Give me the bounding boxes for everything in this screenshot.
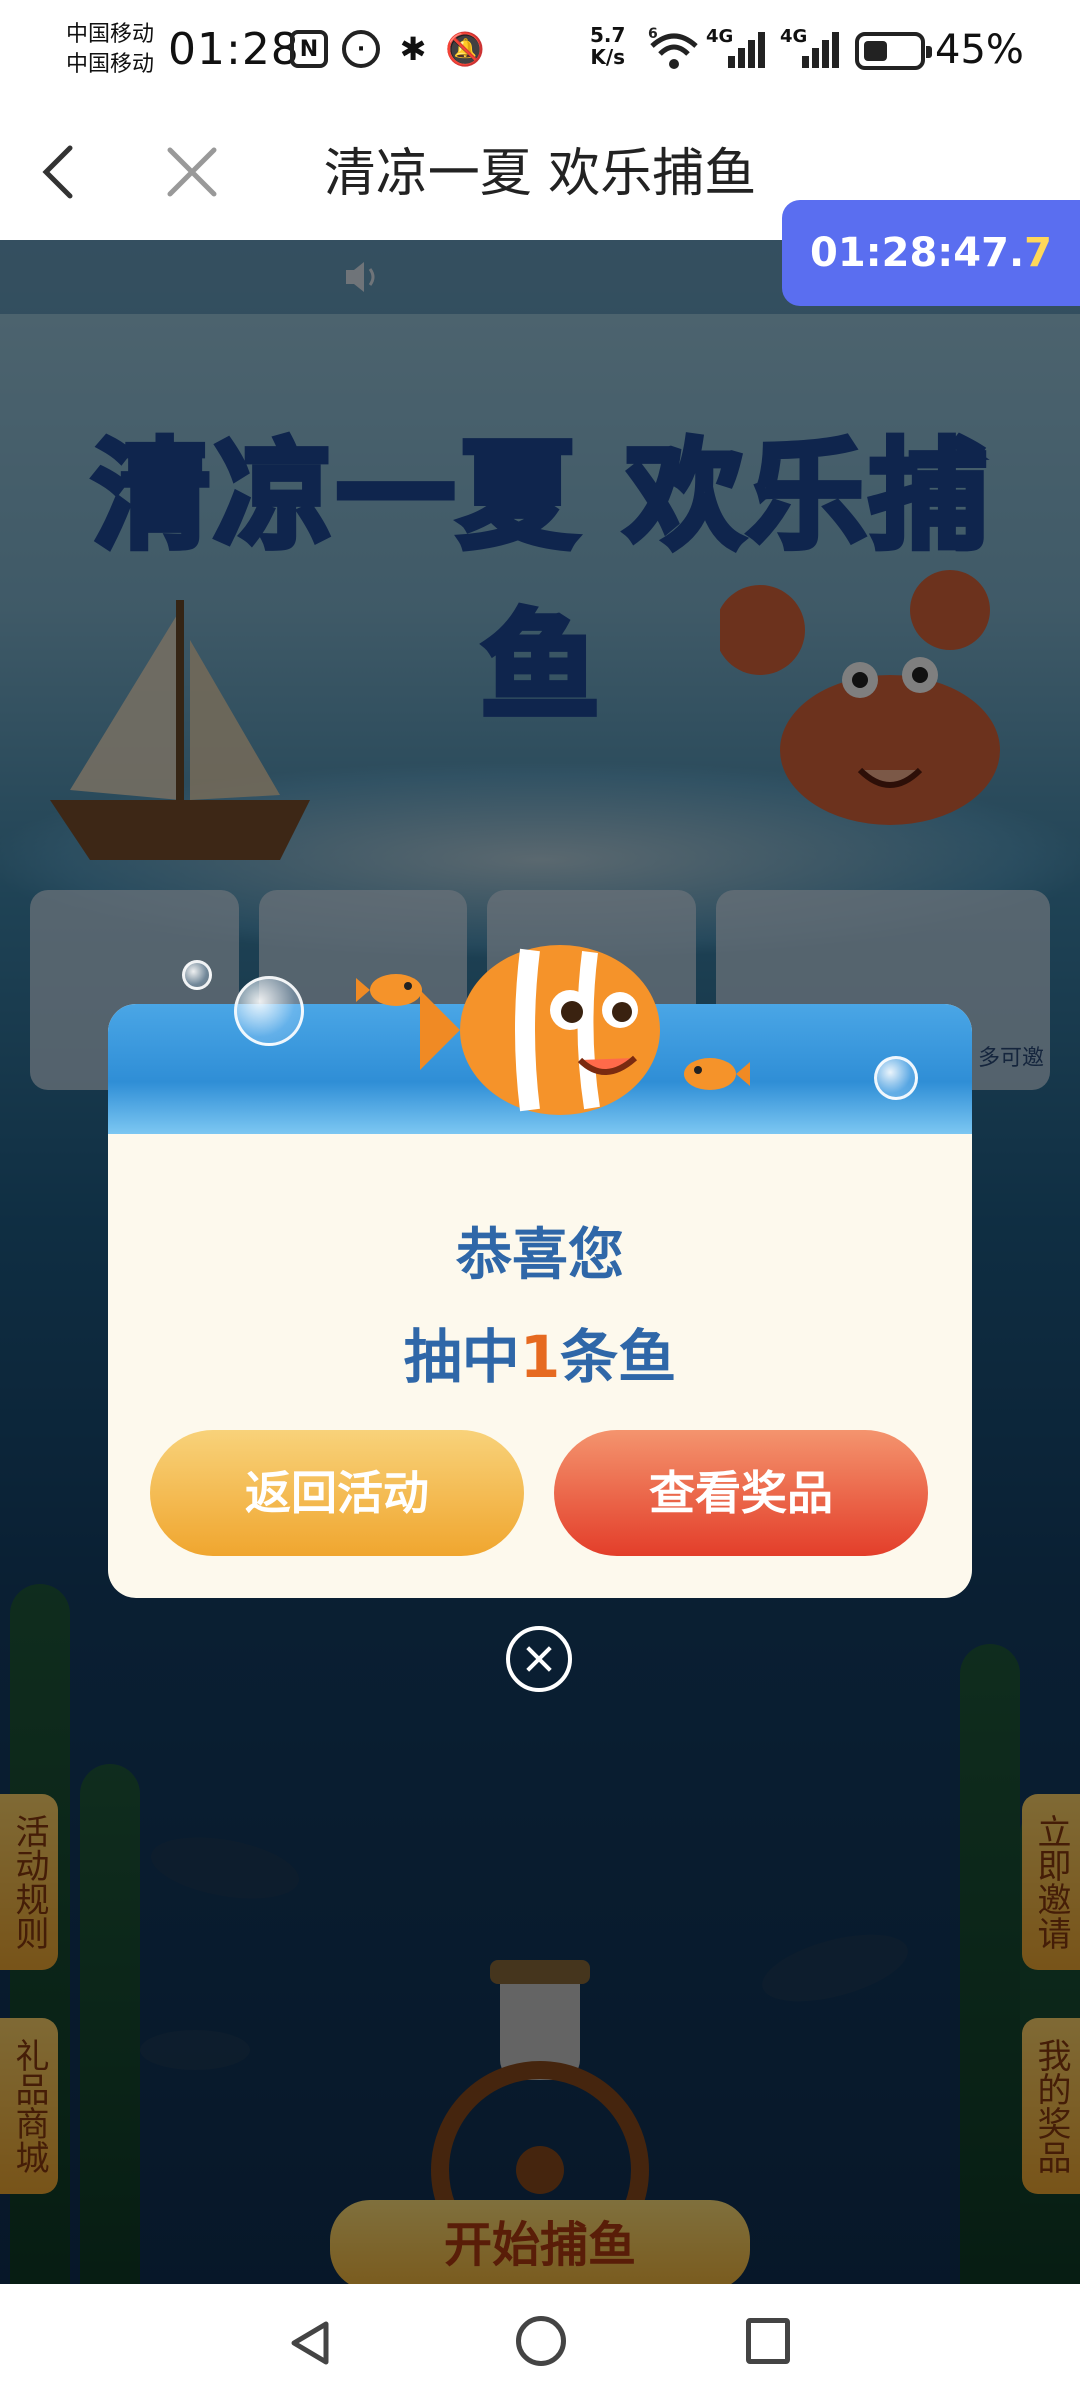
prize-result-suffix: 条鱼 xyxy=(560,1323,677,1391)
page-title: 清凉一夏 欢乐捕鱼 xyxy=(323,144,757,204)
network-speed: 5.7 K/s xyxy=(590,24,625,68)
carrier-2: 中国移动 xyxy=(66,52,155,77)
carrier-1: 中国移动 xyxy=(66,22,155,47)
bluetooth-icon: ✱ xyxy=(399,30,427,68)
clock-last-digit: 7 xyxy=(1024,230,1053,276)
congrats-heading: 恭喜您 xyxy=(456,1223,624,1288)
prize-result: 抽中1条鱼 xyxy=(0,1310,1080,1394)
status-icons: N · ✱ 🔕 xyxy=(290,30,485,68)
clock-main: 01:28:47. xyxy=(809,230,1025,276)
triangle-back-icon[interactable] xyxy=(286,2318,336,2368)
alarm-icon: · xyxy=(342,30,380,68)
clownfish-mascot xyxy=(420,945,660,1115)
wifi-icon: 6 xyxy=(648,26,698,69)
status-bar: 中国移动 中国移动 01:28 N · ✱ 🔕 5.7 K/s 6 4G 4G … xyxy=(0,0,1080,104)
carrier-labels: 中国移动 中国移动 xyxy=(66,20,154,80)
prize-result-prefix: 抽中 xyxy=(403,1323,520,1391)
bubble-decoration xyxy=(874,1056,918,1100)
signal-2-label: 4G xyxy=(780,26,808,47)
signal-1-icon: 4G xyxy=(706,26,768,72)
mute-bell-icon: 🔕 xyxy=(445,30,485,68)
bubble-decoration xyxy=(234,976,304,1046)
signal-1-label: 4G xyxy=(706,26,734,47)
status-time: 01:28 xyxy=(168,24,300,75)
wifi-label: 6 xyxy=(648,26,658,42)
recents-square-icon[interactable] xyxy=(746,2318,790,2364)
return-activity-button[interactable]: 返回活动 xyxy=(150,1430,524,1556)
signal-2-icon: 4G xyxy=(780,26,842,72)
prize-result-count: 1 xyxy=(519,1323,561,1391)
view-prizes-button[interactable]: 查看奖品 xyxy=(554,1430,928,1556)
system-nav-bar xyxy=(0,2284,1080,2400)
network-speed-value: 5.7 xyxy=(590,23,626,47)
battery-fill xyxy=(864,41,887,61)
battery-percent: 45% xyxy=(935,27,1024,73)
network-speed-unit: K/s xyxy=(590,45,626,69)
clock-badge: 01:28:47. 7 xyxy=(782,200,1080,306)
home-circle-icon[interactable] xyxy=(516,2316,566,2366)
small-fish-icon xyxy=(684,1058,750,1090)
battery-icon xyxy=(855,32,932,70)
small-fish-icon xyxy=(356,974,422,1006)
bubble-decoration xyxy=(182,960,212,990)
close-circle-icon[interactable] xyxy=(506,1626,572,1692)
nfc-icon: N xyxy=(290,30,328,68)
